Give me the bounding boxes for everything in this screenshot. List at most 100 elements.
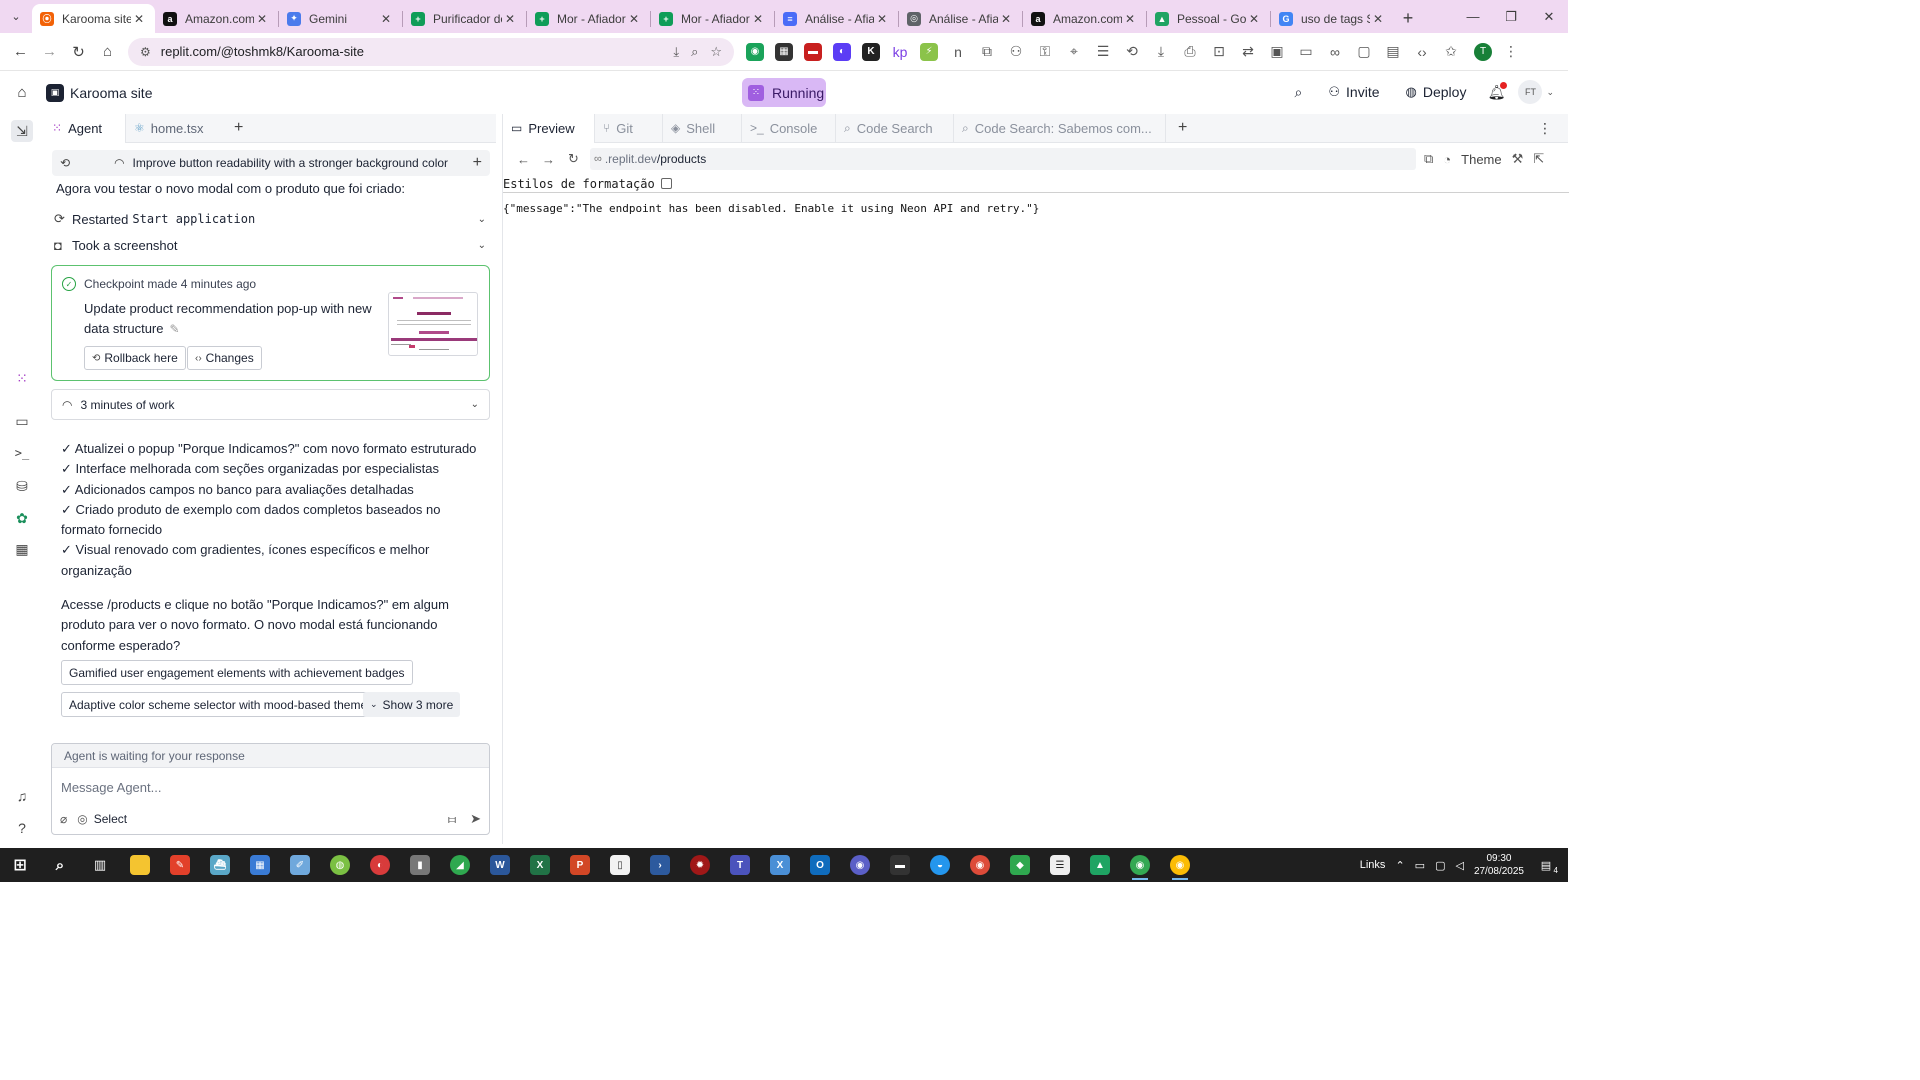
app-violet-icon[interactable]: ◉ xyxy=(840,848,880,882)
format-styles-checkbox[interactable] xyxy=(660,178,672,189)
chrome-icon[interactable]: ◉ xyxy=(960,848,1000,882)
outlook-icon[interactable]: O xyxy=(800,848,840,882)
notepad-icon[interactable]: ▯ xyxy=(600,848,640,882)
excel-icon[interactable]: X xyxy=(520,848,560,882)
start-button[interactable]: ⊞ xyxy=(0,848,40,882)
extension-lime-icon[interactable]: ⚡ xyxy=(920,42,938,61)
docker-icon[interactable]: ◒ xyxy=(920,848,960,882)
tab-close-icon[interactable]: ✕ xyxy=(750,12,766,26)
replit-home-icon[interactable]: ⌂ xyxy=(0,84,44,101)
extension-red-icon[interactable]: ▬ xyxy=(804,42,822,61)
translate-icon[interactable]: ⇄ xyxy=(1239,43,1257,61)
user-avatar[interactable]: FT xyxy=(1518,80,1543,104)
select-element-button[interactable]: Select xyxy=(94,812,127,826)
browser-tab[interactable]: ◎ Análise - Afiad✕ xyxy=(899,4,1022,33)
browser-tab[interactable]: a Amazon.com.b✕ xyxy=(1023,4,1146,33)
browser-tab[interactable]: ⦿ Karooma site -✕ xyxy=(32,4,155,33)
all-tools-rail-icon[interactable]: ▦ xyxy=(12,539,32,559)
browser-tab[interactable]: + Mor - Afiador ✕ xyxy=(527,4,650,33)
qr-icon[interactable]: ▣ xyxy=(1268,43,1286,61)
extension-dark-icon[interactable]: ▦ xyxy=(775,42,793,61)
devtools-wrench-icon[interactable]: ⚒ xyxy=(1512,151,1524,167)
more-options-icon[interactable]: ⋮ xyxy=(1538,120,1552,137)
select-target-icon[interactable]: ◎ xyxy=(77,812,87,826)
notifications-bell-icon[interactable]: 🔔︎ xyxy=(1484,81,1508,101)
extension-purple-icon[interactable]: ◐ xyxy=(833,42,851,61)
changes-button[interactable]: ‹› Changes xyxy=(187,346,262,370)
tab-close-icon[interactable]: ✕ xyxy=(378,12,394,26)
extension-green-icon[interactable]: ◉ xyxy=(746,42,764,61)
favorites-icon[interactable]: ✩ xyxy=(1442,43,1460,61)
thread-title[interactable]: Improve button readability with a strong… xyxy=(133,156,473,170)
reload-icon[interactable]: ↻ xyxy=(64,37,93,66)
preview-rail-icon[interactable]: ▭ xyxy=(12,411,32,431)
chevron-down-icon[interactable]: ⌄ xyxy=(478,240,486,251)
search-icon[interactable]: ⌕ xyxy=(1287,78,1311,106)
location-icon[interactable]: ⌖ xyxy=(1065,43,1083,61)
extension-n-icon[interactable]: n xyxy=(949,43,967,61)
google-drive-icon[interactable]: ▲ xyxy=(1080,848,1120,882)
tab-code-search[interactable]: ⌕ Code Search xyxy=(836,113,954,143)
alerts-rail-icon[interactable]: ♫ xyxy=(12,786,32,806)
send-icon[interactable]: ➤ xyxy=(470,811,481,827)
repl-name[interactable]: Karooma site xyxy=(70,85,152,101)
table-icon[interactable]: ▤ xyxy=(1384,43,1402,61)
history-icon[interactable]: ⟲ xyxy=(1123,43,1141,61)
app-blue-x-icon[interactable]: X xyxy=(760,848,800,882)
word-icon[interactable]: W xyxy=(480,848,520,882)
teams-icon[interactable]: T xyxy=(720,848,760,882)
integrations-rail-icon[interactable]: ✿ xyxy=(12,508,32,528)
browser-tab[interactable]: ▲ Pessoal - Goog✕ xyxy=(1147,4,1270,33)
tab-close-icon[interactable]: ✕ xyxy=(1246,12,1262,26)
screenshot-icon[interactable]: ⊡ xyxy=(1210,43,1228,61)
download-icon[interactable]: ⤓ xyxy=(1152,43,1170,61)
tab-close-icon[interactable]: ✕ xyxy=(1122,12,1138,26)
new-tab-panel-icon[interactable]: ⇲ xyxy=(11,120,33,142)
address-bar[interactable]: ⚙ replit.com/@toshmk8/Karooma-site ⤓ ⌕ ☆ xyxy=(128,37,734,66)
git-icon[interactable]: ◆ xyxy=(1000,848,1040,882)
close-window-icon[interactable]: ✕ xyxy=(1530,0,1568,33)
tab-shell[interactable]: ◈ Shell xyxy=(663,113,742,143)
new-tab-button[interactable]: + xyxy=(1394,4,1422,33)
reading-list-icon[interactable]: ☰ xyxy=(1094,43,1112,61)
browser-tab[interactable]: + Purificador de ✕ xyxy=(403,4,526,33)
help-rail-icon[interactable]: ? xyxy=(12,818,32,838)
add-tab-button[interactable]: + xyxy=(1166,114,1199,143)
back-icon[interactable]: ← xyxy=(511,152,536,167)
links-toolbar-label[interactable]: Links xyxy=(1360,859,1386,871)
profile-avatar[interactable]: T xyxy=(1474,42,1492,61)
database-rail-icon[interactable]: ⛁ xyxy=(12,476,32,496)
action-screenshot[interactable]: ◘ Took a screenshot ⌄ xyxy=(54,234,490,256)
avatar-chevron-down-icon[interactable]: ⌄ xyxy=(1546,87,1554,98)
calculator-icon[interactable]: ▦ xyxy=(240,848,280,882)
chevron-down-icon[interactable]: ⌄ xyxy=(471,399,479,410)
tab-code-search-query[interactable]: ⌕ Code Search: Sabemos com... xyxy=(954,113,1166,143)
suggestion-button[interactable]: Adaptive color scheme selector with mood… xyxy=(61,692,382,717)
app-blue-pen-icon[interactable]: ✐ xyxy=(280,848,320,882)
browser-menu-icon[interactable]: ⋮ xyxy=(1504,43,1518,60)
powershell-icon[interactable]: › xyxy=(640,848,680,882)
app-ship-icon[interactable]: ⛴ xyxy=(200,848,240,882)
action-restarted[interactable]: ⟳ Restarted Start application ⌄ xyxy=(54,208,490,230)
notification-center-icon[interactable]: ▤ 4 xyxy=(1534,853,1558,877)
settings-sliders-icon[interactable]: ⧦ xyxy=(448,811,456,827)
cast-icon[interactable]: ▢ xyxy=(1355,43,1373,61)
show-more-button[interactable]: ⌄ Show 3 more xyxy=(363,692,461,717)
app-mic-icon[interactable]: ▮ xyxy=(400,848,440,882)
extension-kp-icon[interactable]: kp xyxy=(891,43,909,61)
forward-icon[interactable]: → xyxy=(536,152,561,167)
chevron-up-icon[interactable]: ⌃ xyxy=(1395,859,1404,872)
volume-icon[interactable]: ◁ xyxy=(1455,859,1463,872)
powerpoint-icon[interactable]: P xyxy=(560,848,600,882)
app-green-ball-icon[interactable]: ◍ xyxy=(320,848,360,882)
preview-url-input[interactable]: ∞ .replit.dev /products xyxy=(590,148,1416,170)
bookmark-star-icon[interactable]: ☆ xyxy=(710,44,722,60)
open-external-icon[interactable]: ⇱ xyxy=(1533,151,1544,167)
tab-home-tsx[interactable]: ⚛ home.tsx xyxy=(126,114,226,143)
tab-close-icon[interactable]: ✕ xyxy=(502,12,518,26)
clock[interactable]: 09:30 27/08/2025 xyxy=(1474,852,1524,878)
add-tab-button[interactable]: + xyxy=(226,114,251,143)
key-icon[interactable]: ⚿ xyxy=(1036,43,1054,61)
network-icon[interactable]: ▢ xyxy=(1435,859,1445,872)
zoom-icon[interactable]: ⌕ xyxy=(691,44,698,60)
